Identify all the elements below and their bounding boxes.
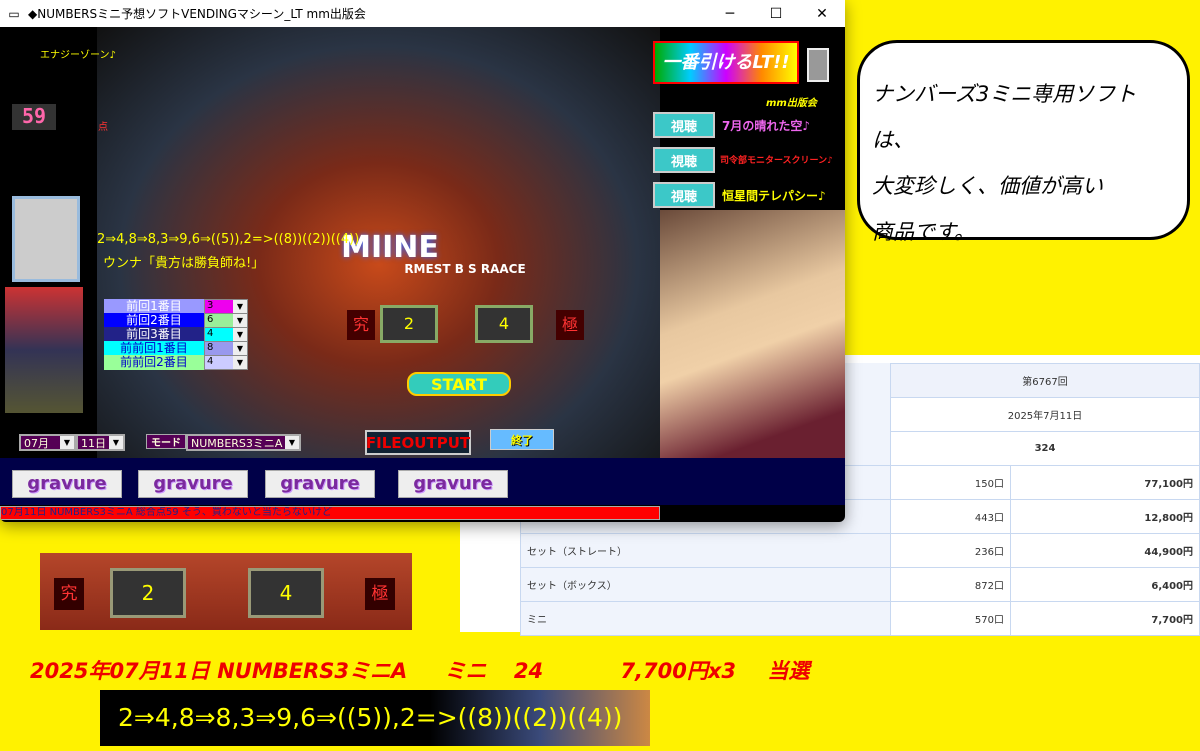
gravure-button-3[interactable]: gravure bbox=[265, 470, 375, 498]
before-previous-1-select[interactable]: 8 ▼ bbox=[204, 341, 248, 356]
maximize-button[interactable]: ☐ bbox=[753, 6, 799, 22]
previous-2-select[interactable]: 6 ▼ bbox=[204, 313, 248, 328]
gravure-button-4[interactable]: gravure bbox=[398, 470, 508, 498]
reel-crop-image: 究 2 4 極 bbox=[40, 553, 412, 630]
reel-2: 4 bbox=[475, 305, 533, 343]
before-previous-2-select[interactable]: 4 ▼ bbox=[204, 355, 248, 370]
mode-select[interactable]: NUMBERS3ミニA ▼ bbox=[186, 434, 301, 451]
reel-1: 2 bbox=[380, 305, 438, 343]
draw-round: 第6767回 bbox=[890, 363, 1200, 398]
title-bar: ▭ ◆NUMBERSミニ予想ソフトVENDINGマシーン_LT mm出版会 ─ … bbox=[0, 0, 845, 27]
app-icon: ▭ bbox=[8, 6, 20, 21]
mode-label: モード bbox=[146, 434, 186, 449]
kanji-left: 究 bbox=[347, 310, 375, 340]
track-title-2: 司令部モニタースクリーン♪ bbox=[720, 156, 833, 166]
prediction-quote: ウンナ「貴方は勝負師ね!」 bbox=[103, 256, 265, 271]
track-title-1: 7月の晴れた空♪ bbox=[722, 119, 811, 133]
previous-3-select[interactable]: 4 ▼ bbox=[204, 327, 248, 342]
table-row: セット（ストレート） 236口 44,900円 bbox=[520, 533, 1200, 568]
result-line: 2025年07月11日 NUMBERS3ミニA ミニ 24 7,700円x3 当… bbox=[30, 659, 810, 683]
prediction-sequence: 2⇒4,8⇒8,3⇒9,6⇒((5)),2=>((8))((2))((4)) bbox=[97, 232, 360, 247]
machine-subtitle: RMEST B S RAACE bbox=[404, 262, 526, 276]
score-unit: 点 bbox=[98, 122, 108, 133]
status-bar: 07月11日 NUMBERS3ミニA 総合点59 そう、買わないと当たらないけど bbox=[0, 506, 660, 520]
draw-date: 2025年7月11日 bbox=[890, 397, 1200, 432]
close-button[interactable]: ✕ bbox=[799, 6, 845, 22]
gravure-button-1[interactable]: gravure bbox=[12, 470, 122, 498]
speech-bubble: ナンバーズ3ミニ専用ソフトは、 大変珍しく、価値が高い 商品です。 bbox=[857, 40, 1190, 244]
pachinko-thumbnail[interactable] bbox=[5, 287, 83, 413]
month-select[interactable]: 07月 ▼ bbox=[19, 434, 76, 451]
app-window: ▭ ◆NUMBERSミニ予想ソフトVENDINGマシーン_LT mm出版会 ─ … bbox=[0, 0, 845, 522]
logo-banner: 一番引けるLT!! bbox=[653, 41, 799, 84]
window-title: ◆NUMBERSミニ予想ソフトVENDINGマシーン_LT mm出版会 bbox=[28, 7, 366, 21]
statue-icon[interactable] bbox=[807, 48, 829, 82]
energy-zone-label: エナジーゾーン♪ bbox=[40, 50, 116, 61]
gravure-button-2[interactable]: gravure bbox=[138, 470, 248, 498]
table-row: セット（ボックス） 872口 6,400円 bbox=[520, 567, 1200, 602]
minimize-button[interactable]: ─ bbox=[707, 6, 753, 22]
listen-button-2[interactable]: 視聴 bbox=[653, 147, 715, 173]
winning-number: 324 bbox=[890, 431, 1200, 466]
score-display: 59 bbox=[12, 104, 56, 130]
listen-button-1[interactable]: 視聴 bbox=[653, 112, 715, 138]
previous-1-select[interactable]: 3 ▼ bbox=[204, 299, 248, 314]
exit-button[interactable]: 終了 bbox=[490, 429, 554, 450]
track-title-3: 恒星間テレパシー♪ bbox=[722, 189, 826, 203]
publisher-label: mm出版会 bbox=[763, 93, 820, 110]
portrait-image bbox=[660, 210, 845, 458]
start-button[interactable]: START bbox=[407, 372, 511, 396]
table-row: ミニ 570口 7,700円 bbox=[520, 601, 1200, 636]
prediction-banner: 2⇒4,8⇒8,3⇒9,6⇒((5)),2=>((8))((2))((4)) bbox=[100, 690, 650, 746]
kanji-right: 極 bbox=[556, 310, 584, 340]
character-thumbnail[interactable] bbox=[12, 196, 80, 282]
file-output-button[interactable]: FILEOUTPUT bbox=[365, 430, 471, 455]
listen-button-3[interactable]: 視聴 bbox=[653, 182, 715, 208]
day-select[interactable]: 11日 ▼ bbox=[76, 434, 125, 451]
previous-numbers-panel: 前回1番目 3 ▼ 前回2番目 6 ▼ 前回3番目 4 ▼ 前前回1番目 8 ▼ 前前回2番目 4… bbox=[104, 299, 248, 370]
